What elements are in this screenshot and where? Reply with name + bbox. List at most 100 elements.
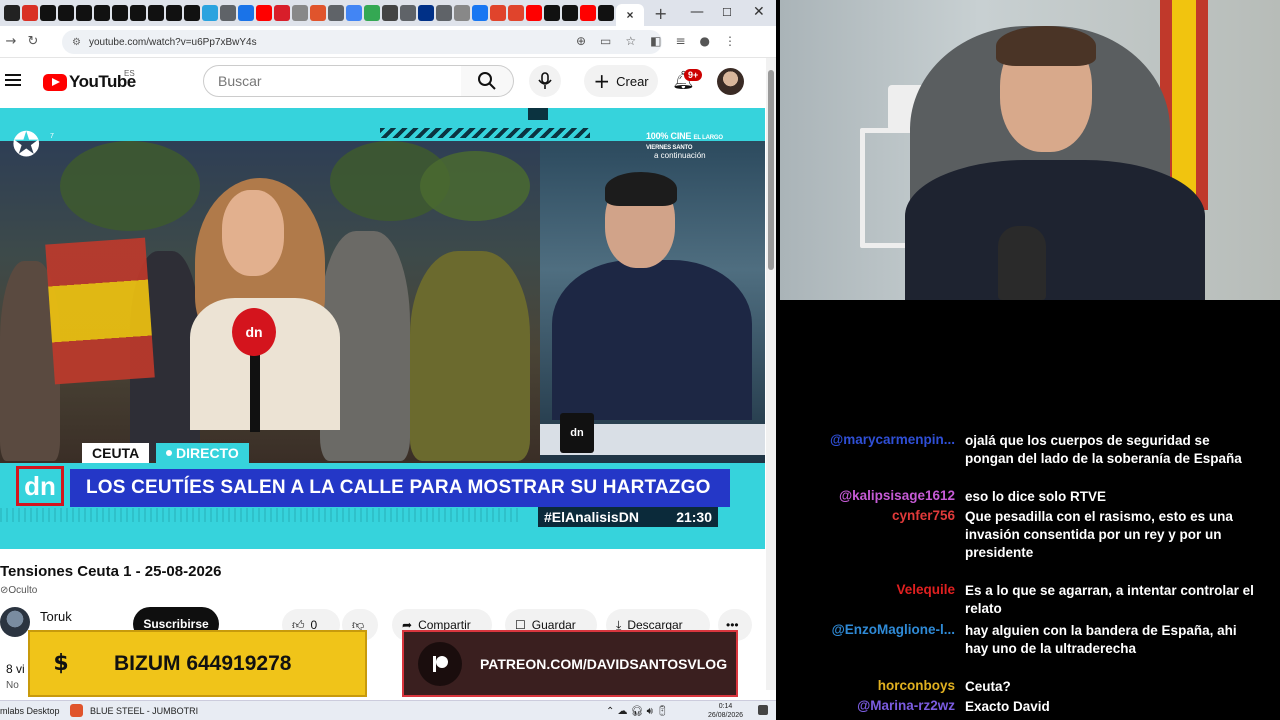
taskbar-app[interactable]: BLUE STEEL - JUMBOTRI (90, 706, 198, 716)
plus-icon: + (593, 69, 611, 93)
create-button[interactable]: + Crear (584, 65, 658, 97)
microphone-icon (538, 72, 552, 89)
x-icon[interactable] (94, 5, 110, 21)
x-icon[interactable] (148, 5, 164, 21)
patreon-icon (418, 641, 462, 686)
youtube-header: YouTube ES Buscar + Crear 🔔︎ 9+ (0, 58, 766, 104)
bookmark-star-icon[interactable]: ☆ (625, 34, 636, 48)
brave-icon[interactable] (70, 704, 83, 717)
youtube-play-icon (43, 73, 67, 91)
tiktok-icon[interactable] (4, 5, 20, 21)
facebook-icon[interactable] (472, 5, 488, 21)
search-input[interactable]: Buscar (203, 65, 462, 97)
maximize-button[interactable]: ☐ (722, 6, 732, 19)
document-icon[interactable] (364, 5, 380, 21)
globe-icon[interactable] (436, 5, 452, 21)
create-label: Crear (616, 73, 649, 89)
mail-icon[interactable] (508, 5, 524, 21)
address-bar[interactable]: ⚙ youtube.com/watch?v=u6Pp7xBwY4s (62, 30, 662, 54)
bizum-donation-banner: $ BIZUM 644919278 (28, 630, 367, 697)
globe-icon[interactable] (400, 5, 416, 21)
x-icon[interactable] (76, 5, 92, 21)
x-icon[interactable] (58, 5, 74, 21)
news-headline: LOS CEUTÍES SALEN A LA CALLE PARA MOSTRA… (70, 469, 730, 507)
telegram-icon[interactable] (202, 5, 218, 21)
cast-icon[interactable]: ▭ (600, 34, 611, 48)
paypal-icon[interactable] (418, 5, 434, 21)
chat-username[interactable]: @samparrillas (862, 406, 955, 421)
youtube-icon[interactable] (580, 5, 596, 21)
patreon-banner: PATREON.COM/DAVIDSANTOSVLOG (402, 630, 738, 697)
chat-username[interactable]: horconboys (878, 678, 955, 693)
live-chat: @samparrillas al BAT 2 no llegan @marycarm… (780, 300, 1280, 720)
youtube-logo[interactable]: YouTube (43, 72, 136, 92)
youtube-icon[interactable] (526, 5, 542, 21)
rtve-icon[interactable] (274, 5, 290, 21)
active-tab[interactable]: × (616, 4, 644, 26)
live-tag: DIRECTO (156, 443, 249, 463)
search-button[interactable] (461, 65, 514, 97)
cine-channel-logo: 100% CINE EL LARGO VIERNES SANTO a conti… (646, 131, 723, 160)
forward-arrow-icon[interactable]: → (0, 34, 22, 49)
chat-username[interactable]: Velequile (896, 582, 955, 597)
account-avatar[interactable] (717, 68, 744, 95)
url-text[interactable]: youtube.com/watch?v=u6Pp7xBwY4s (89, 37, 257, 48)
brave-icon[interactable] (310, 5, 326, 21)
generic-icon[interactable] (292, 5, 308, 21)
extensions-icon[interactable]: ◧ (650, 34, 661, 48)
globe-icon[interactable] (220, 5, 236, 21)
chat-text: Exacto David (965, 699, 1050, 714)
x-icon[interactable] (598, 5, 614, 21)
x-icon[interactable] (184, 5, 200, 21)
search-icon (478, 72, 496, 90)
chat-text: Ceuta? (965, 679, 1011, 694)
minimize-button[interactable]: — (690, 4, 704, 20)
streamer (905, 160, 1205, 300)
E-icon[interactable] (382, 5, 398, 21)
x-icon[interactable] (40, 5, 56, 21)
chat-username[interactable]: cynfer756 (892, 508, 955, 523)
site-info-icon[interactable]: ⚙ (72, 37, 81, 48)
x-icon[interactable] (112, 5, 128, 21)
taskbar-streamlabs[interactable]: mlabs Desktop (0, 706, 60, 716)
x-icon[interactable] (130, 5, 146, 21)
chat-username[interactable]: @marycarmenpin... (830, 432, 955, 447)
generic-icon[interactable] (454, 5, 470, 21)
hamburger-menu-icon[interactable] (5, 74, 21, 86)
zoom-icon[interactable]: ⊕ (576, 34, 586, 48)
profile-icon[interactable]: ● (700, 34, 710, 48)
close-window-button[interactable]: ✕ (753, 4, 765, 20)
search-placeholder: Buscar (218, 73, 262, 89)
voice-search-button[interactable] (529, 65, 561, 97)
taskbar: mlabs Desktop BLUE STEEL - JUMBOTRI ⌃ ☁ … (0, 700, 776, 720)
new-tab-button[interactable]: + (654, 4, 667, 23)
region-code: ES (124, 69, 135, 78)
bookmark-icon[interactable] (238, 5, 254, 21)
youtube-icon[interactable] (256, 5, 272, 21)
notification-center-icon[interactable] (758, 705, 768, 715)
video-title: Tensiones Ceuta 1 - 25-08-2026 (0, 563, 222, 580)
anchor (552, 260, 752, 420)
channel-name[interactable]: Toruk (40, 609, 72, 624)
chat-username[interactable]: @kalipsisage1612 (839, 488, 955, 503)
chat-username[interactable]: @Marina-rz2wz (857, 698, 955, 713)
x-icon[interactable] (544, 5, 560, 21)
x-icon[interactable] (166, 5, 182, 21)
chat-username[interactable]: @EnzoMaglione-l... (832, 622, 955, 637)
chat-text: Que pesadilla con el rasismo, esto es un… (965, 509, 1233, 560)
reload-icon[interactable]: ↻ (22, 34, 44, 49)
channel-avatar[interactable] (0, 607, 30, 637)
omnibar-actions: ⊕ ▭ ☆ ◧ ≡ ● ⋮ (576, 34, 736, 48)
browser-window: × + — ☐ ✕ → ↻ ⚙ youtube.com/watch?v=u6Pp… (0, 0, 776, 720)
scroll-thumb[interactable] (768, 70, 774, 270)
menu-icon[interactable]: ⋮ (724, 34, 736, 48)
privacy-status: ⊘Oculto (0, 585, 38, 596)
tray-icons[interactable]: ⌃ ☁ 🎧︎ 🔊︎ 🔋︎ (606, 706, 669, 717)
close-tab-icon[interactable]: × (626, 8, 633, 22)
x-icon[interactable] (562, 5, 578, 21)
media-icon[interactable]: ≡ (675, 34, 685, 48)
mail-icon[interactable] (490, 5, 506, 21)
gmail-icon[interactable] (22, 5, 38, 21)
globe-icon[interactable] (328, 5, 344, 21)
google-icon[interactable] (346, 5, 362, 21)
